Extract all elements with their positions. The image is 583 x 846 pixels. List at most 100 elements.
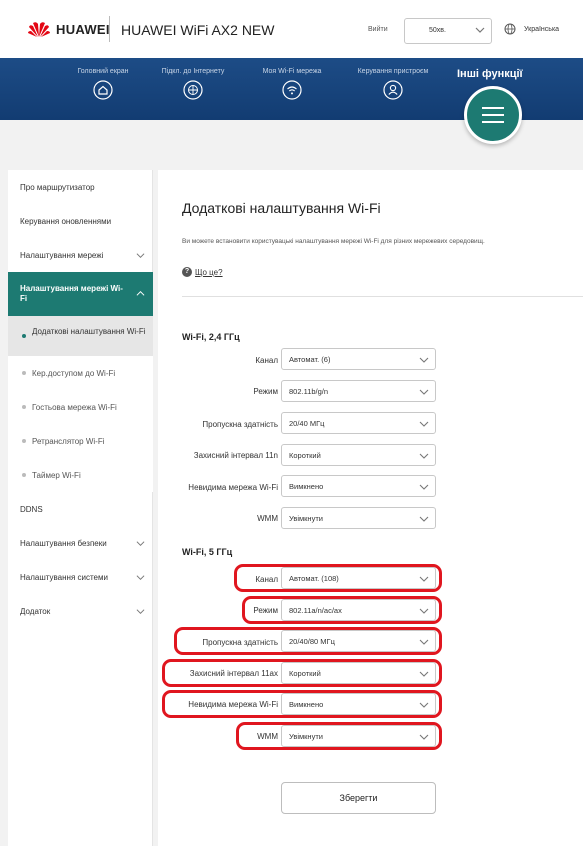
nav-my-wifi-label: Моя Wi-Fi мережа [262,68,322,75]
sidebar-item-label: Налаштування системи [20,573,108,582]
huawei-logo: HUAWEI [28,20,110,38]
home-icon [93,80,113,100]
annotation-oval [174,627,442,655]
sidebar-item-updates[interactable]: Керування оновленнями [8,204,153,238]
channel-24-select[interactable]: Автомат. (6) [281,348,436,370]
sidebar-item-label: Налаштування безпеки [20,539,107,548]
nav-home-label: Головний екран [77,68,129,75]
timeout-select[interactable]: 50хв. [404,18,492,44]
huawei-flower-icon [28,22,50,37]
hamburger-icon[interactable] [464,86,522,144]
select-value: Вимкнено [289,482,324,491]
sidebar-item-security[interactable]: Налаштування безпеки [8,526,153,560]
chevron-down-icon [419,516,429,522]
nav-device-label: Керування пристроєм [357,68,429,75]
bandwidth-24-select[interactable]: 20/40 МГц [281,412,436,434]
section-title-5ghz: Wi-Fi, 5 ГГц [182,547,233,557]
field-label-bandwidth-24: Пропускна здатність [202,420,278,429]
sidebar-item-network-settings[interactable]: Налаштування мережі [8,238,153,272]
nav-my-wifi[interactable]: Моя Wi-Fi мережа [252,68,332,100]
sidebar-item-wifi-settings[interactable]: Налаштування мережі Wi-Fi [8,272,153,316]
sidebar-item-label: Додаткові налаштування Wi-Fi [32,327,146,336]
wmm-24-select[interactable]: Увімкнути [281,507,436,529]
sidebar-item-label: Ретранслятор Wi-Fi [32,437,105,446]
sidebar-item-appendix[interactable]: Додаток [8,594,153,628]
bullet-icon [22,405,26,409]
sidebar-item-label: Гостьова мережа Wi-Fi [32,403,117,412]
language-selector[interactable]: Українська [524,26,559,33]
bullet-icon [22,473,26,477]
bullet-icon [22,439,26,443]
top-bar: HUAWEI HUAWEI WiFi AX2 NEW Вийти 50хв. У… [0,0,583,58]
main-content: Додаткові налаштування Wi-Fi Ви можете в… [158,170,583,846]
sidebar-item-guest-wifi[interactable]: Гостьова мережа Wi-Fi [8,390,153,424]
chevron-down-icon [136,541,145,547]
nav-internet-label: Підкл. до Інтернету [161,68,225,75]
globe-icon [183,80,203,100]
page-title: Додаткові налаштування Wi-Fi [182,200,381,216]
sidebar-item-label: Кер.доступом до Wi-Fi [32,369,116,378]
sidebar-item-label: DDNS [20,505,43,514]
hidden-wifi-24-select[interactable]: Вимкнено [281,475,436,497]
select-value: 20/40 МГц [289,419,325,428]
bullet-icon [22,371,26,375]
chevron-down-icon [475,27,485,33]
bullet-icon [22,334,26,338]
chevron-down-icon [136,609,145,615]
chevron-down-icon [419,484,429,490]
user-icon [383,80,403,100]
product-name: HUAWEI WiFi AX2 NEW [121,22,275,38]
section-title-24ghz: Wi-Fi, 2,4 ГГц [182,332,240,342]
annotation-oval [242,596,442,624]
sidebar-item-wifi-repeater[interactable]: Ретранслятор Wi-Fi [8,424,153,458]
sidebar-item-ddns[interactable]: DDNS [8,492,153,526]
annotation-oval [234,564,442,592]
page-description: Ви можете встановити користувацькі налаш… [182,238,485,245]
field-label-channel-24: Канал [255,356,278,365]
divider [182,296,583,297]
chevron-down-icon [419,357,429,363]
brand-name: HUAWEI [56,21,110,37]
timeout-value: 50хв. [429,27,446,34]
sidebar-item-label: Таймер Wi-Fi [32,471,81,480]
nav-more-functions[interactable]: Інші функції [457,68,523,80]
field-label-mode-24: Режим [253,387,278,396]
sidebar: Про маршрутизатор Керування оновленнями … [8,170,153,846]
select-value: Короткий [289,451,321,460]
sidebar-item-label: Про маршрутизатор [20,183,95,192]
wifi-icon [282,80,302,100]
sidebar-item-wifi-timer[interactable]: Таймер Wi-Fi [8,458,153,492]
chevron-up-icon [136,290,145,296]
annotation-oval [236,722,442,750]
sidebar-item-label: Налаштування мережі Wi-Fi [20,284,123,303]
save-button[interactable]: Зберегти [281,782,436,814]
field-label-wmm-24: WMM [257,514,278,523]
sidebar-item-advanced-wifi[interactable]: Додаткові налаштування Wi-Fi [8,316,153,356]
sidebar-item-label: Додаток [20,607,51,616]
chevron-down-icon [136,253,145,259]
logout-link[interactable]: Вийти [368,26,388,33]
header-divider [109,16,110,42]
help-link[interactable]: ? Що це? [182,267,223,277]
mode-24-select[interactable]: 802.11b/g/n [281,380,436,402]
sidebar-item-about-router[interactable]: Про маршрутизатор [8,170,153,204]
field-label-hidden-wifi-24: Невидима мережа Wi-Fi [188,483,278,492]
chevron-down-icon [419,453,429,459]
nav-device-management[interactable]: Керування пристроєм [344,68,442,100]
select-value: 802.11b/g/n [289,387,329,396]
guard-interval-24-select[interactable]: Короткий [281,444,436,466]
sidebar-item-label: Керування оновленнями [20,217,112,226]
annotation-oval [162,690,442,718]
select-value: Увімкнути [289,514,323,523]
help-link-label: Що це? [195,267,223,277]
sidebar-item-wifi-access-control[interactable]: Кер.доступом до Wi-Fi [8,356,153,390]
nav-internet[interactable]: Підкл. до Інтернету [148,68,238,100]
field-label-guard-interval-24: Захисний інтервал 11n [193,451,278,460]
globe-icon[interactable] [504,23,516,35]
nav-home[interactable]: Головний екран [64,68,142,100]
question-icon: ? [182,267,192,277]
annotation-oval [162,659,442,687]
sidebar-item-system[interactable]: Налаштування системи [8,560,153,594]
chevron-down-icon [419,421,429,427]
chevron-down-icon [136,575,145,581]
